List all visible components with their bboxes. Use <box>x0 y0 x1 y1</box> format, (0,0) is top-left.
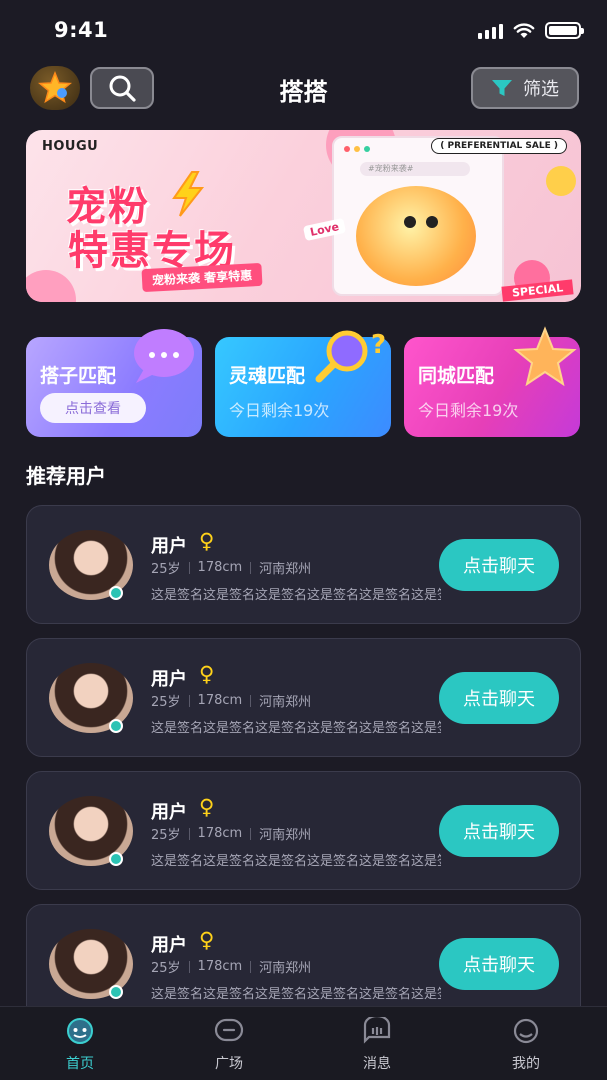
banner-preferential-tag: ( PREFERENTIAL SALE ) <box>431 138 567 154</box>
user-height: 178cm <box>197 560 243 575</box>
user-city: 河南郑州 <box>259 828 312 843</box>
match-card-label: 搭子匹配 <box>40 365 117 387</box>
profile-icon <box>513 1018 539 1044</box>
banner-brand: HOUGU <box>42 139 99 154</box>
chat-button[interactable]: 点击聊天 <box>439 938 559 990</box>
user-signature: 这是签名这是签名这是签名这是签名这是签名这是签名 <box>151 588 441 603</box>
user-age: 25岁 <box>151 828 181 843</box>
user-age: 25岁 <box>151 695 181 710</box>
female-icon: ♀ <box>199 662 215 686</box>
bottom-tab-bar: 首页 广场 消息 我的 <box>0 1006 607 1080</box>
user-signature: 这是签名这是签名这是签名这是签名这是签名这是签名 <box>151 721 441 736</box>
chat-button[interactable]: 点击聊天 <box>439 805 559 857</box>
jelly-eye <box>404 216 416 228</box>
tab-profile[interactable]: 我的 <box>476 1017 576 1073</box>
user-name: 用户 <box>151 935 187 956</box>
online-status-dot <box>109 586 123 600</box>
match-card-soul[interactable]: 灵魂匹配 今日剩余19次 ? <box>215 330 391 437</box>
banner-search-bar: #宠粉来袭# <box>360 162 470 176</box>
tab-square[interactable]: 广场 <box>179 1017 279 1073</box>
female-icon: ♀ <box>199 529 215 553</box>
tab-label: 消息 <box>363 1056 391 1072</box>
user-name: 用户 <box>151 669 187 690</box>
user-age: 25岁 <box>151 961 181 976</box>
user-city: 河南郑州 <box>259 562 312 577</box>
view-button[interactable]: 点击查看 <box>40 393 146 423</box>
banner-special-tag: SPECIAL <box>501 279 574 302</box>
match-card-label: 灵魂匹配 <box>229 365 306 387</box>
window-dots <box>344 146 370 152</box>
tab-label: 广场 <box>215 1056 243 1072</box>
status-icons <box>478 22 584 39</box>
svg-text:?: ? <box>371 330 386 360</box>
female-icon: ♀ <box>199 795 215 819</box>
filter-icon <box>492 80 512 96</box>
banner-illustration-card: #宠粉来袭# <box>332 136 504 296</box>
tab-label: 我的 <box>512 1056 540 1072</box>
status-bar: 9:41 <box>0 0 607 60</box>
header: 搭搭 筛选 <box>0 66 607 110</box>
user-meta: 25岁 178cm 河南郑州 <box>151 558 311 577</box>
user-city: 河南郑州 <box>259 961 312 976</box>
match-card-remaining: 今日剩余19次 <box>418 401 519 420</box>
banner-decoration <box>546 166 576 196</box>
user-card[interactable]: 用户 ♀ 25岁 178cm 河南郑州 这是签名这是签名这是签名这是签名这是签名… <box>26 771 581 890</box>
user-meta: 25岁 178cm 河南郑州 <box>151 957 311 976</box>
user-name: 用户 <box>151 802 187 823</box>
online-status-dot <box>109 985 123 999</box>
tab-home[interactable]: 首页 <box>30 1017 130 1073</box>
tab-messages[interactable]: 消息 <box>327 1014 427 1073</box>
home-face-icon <box>67 1018 93 1044</box>
star-icon <box>513 326 577 387</box>
match-card-remaining: 今日剩余19次 <box>229 401 330 420</box>
magnifier-icon: ? <box>315 330 386 383</box>
female-icon: ♀ <box>199 928 215 952</box>
user-age: 25岁 <box>151 562 181 577</box>
user-signature: 这是签名这是签名这是签名这是签名这是签名这是签名 <box>151 987 441 1002</box>
user-card[interactable]: 用户 ♀ 25岁 178cm 河南郑州 这是签名这是签名这是签名这是签名这是签名… <box>26 505 581 624</box>
online-status-dot <box>109 719 123 733</box>
section-title: 推荐用户 <box>26 464 106 488</box>
wifi-icon <box>513 22 535 38</box>
filter-label: 筛选 <box>523 79 559 100</box>
lightning-icon <box>172 171 205 217</box>
chat-button[interactable]: 点击聊天 <box>439 539 559 591</box>
promo-banner[interactable]: HOUGU 宠粉 特惠专场 宠粉来袭 奢享特惠 #宠粉来袭# Love ( PR… <box>26 130 581 302</box>
jelly-eye <box>426 216 438 228</box>
user-height: 178cm <box>197 959 243 974</box>
chat-button[interactable]: 点击聊天 <box>439 672 559 724</box>
tab-label: 首页 <box>66 1056 94 1072</box>
user-height: 178cm <box>197 693 243 708</box>
user-card[interactable]: 用户 ♀ 25岁 178cm 河南郑州 这是签名这是签名这是签名这是签名这是签名… <box>26 638 581 757</box>
user-city: 河南郑州 <box>259 695 312 710</box>
square-chat-icon <box>214 1018 244 1042</box>
online-status-dot <box>109 852 123 866</box>
banner-subtitle: 宠粉来袭 奢享特惠 <box>141 262 263 293</box>
battery-icon <box>545 22 584 39</box>
match-card-partner[interactable]: 搭子匹配 点击查看 <box>26 329 202 437</box>
match-card-city[interactable]: 同城匹配 今日剩余19次 <box>404 326 580 437</box>
jelly-illustration <box>356 186 476 286</box>
user-meta: 25岁 178cm 河南郑州 <box>151 691 311 710</box>
user-meta: 25岁 178cm 河南郑州 <box>151 824 311 843</box>
signal-icon <box>478 23 503 39</box>
user-signature: 这是签名这是签名这是签名这是签名这是签名这是签名 <box>151 854 441 869</box>
match-card-label: 同城匹配 <box>418 365 495 387</box>
message-icon <box>363 1014 391 1044</box>
filter-button[interactable]: 筛选 <box>471 67 579 109</box>
chat-bubble-icon <box>134 329 194 383</box>
status-time: 9:41 <box>54 18 109 42</box>
user-name: 用户 <box>151 536 187 557</box>
user-height: 178cm <box>197 826 243 841</box>
